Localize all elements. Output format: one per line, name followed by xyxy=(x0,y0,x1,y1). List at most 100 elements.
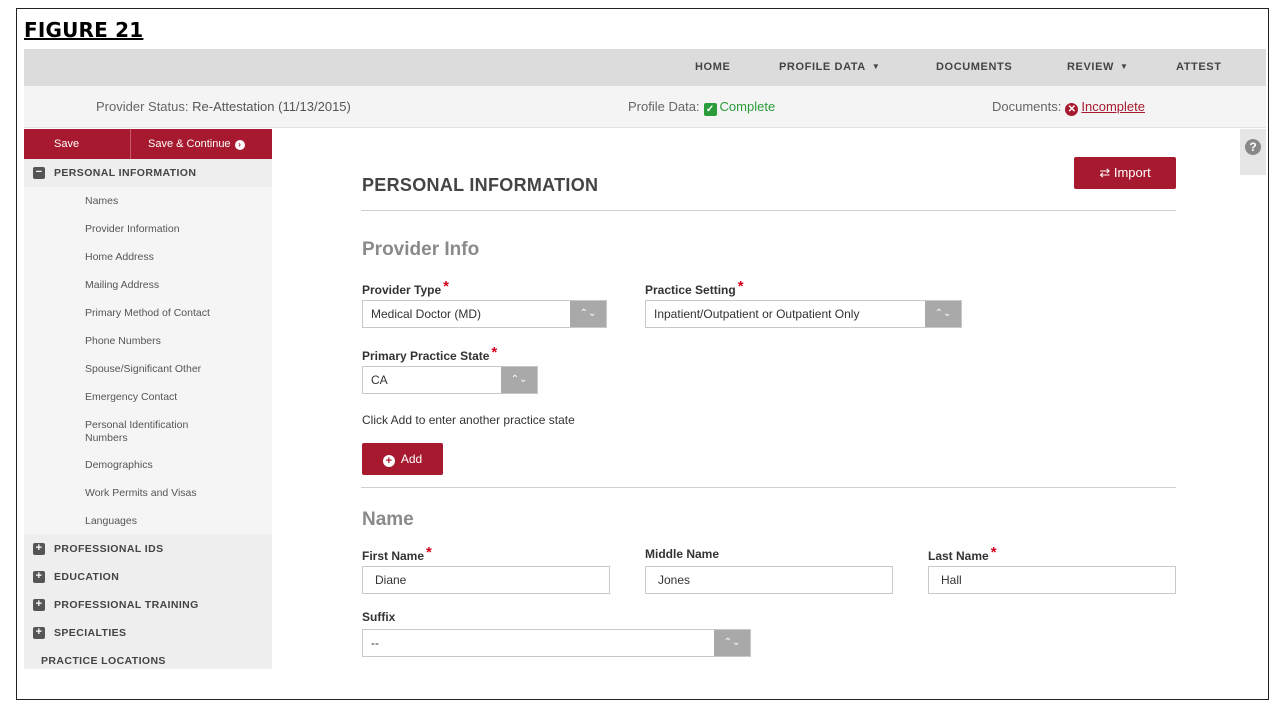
import-button[interactable]: ⇄ Import xyxy=(1074,157,1176,189)
required-asterisk: * xyxy=(491,344,498,361)
last-name-label: Last Name * xyxy=(928,544,997,564)
practice-setting-label: Practice Setting * xyxy=(645,278,744,298)
provider-type-label-text: Provider Type xyxy=(362,283,442,297)
sidebar-section-professional-training[interactable]: + PROFESSIONAL TRAINING xyxy=(24,591,272,619)
last-name-label-text: Last Name xyxy=(928,549,989,563)
suffix-label-text: Suffix xyxy=(362,610,396,624)
add-button-label: Add xyxy=(400,452,423,466)
suffix-label: Suffix xyxy=(362,610,395,624)
import-button-label: Import xyxy=(1113,165,1151,180)
last-name-field[interactable]: Hall xyxy=(928,566,1176,594)
sidebar-item-primary-method-of-contact[interactable]: Primary Method of Contact xyxy=(85,307,265,320)
save-button[interactable]: Save xyxy=(54,129,79,159)
nav-attest[interactable]: ATTEST xyxy=(1176,49,1222,86)
sidebar-item-emergency-contact[interactable]: Emergency Contact xyxy=(85,391,265,404)
caret-down-icon: ▼ xyxy=(871,62,881,71)
middle-name-field[interactable]: Jones xyxy=(645,566,893,594)
primary-practice-state-label-text: Primary Practice State xyxy=(362,349,490,363)
nav-home[interactable]: HOME xyxy=(695,49,730,86)
sidebar-actions: Save Save & Continue › xyxy=(24,129,272,159)
figure-caption: FIGURE 21 xyxy=(24,18,144,42)
sidebar-section-professional-ids[interactable]: + PROFESSIONAL IDS xyxy=(24,535,272,563)
provider-type-value: Medical Doctor (MD) xyxy=(371,307,482,321)
sidebar-section-practice-locations[interactable]: PRACTICE LOCATIONS xyxy=(24,647,272,669)
swap-arrows-icon: ⇄ xyxy=(1099,165,1111,180)
required-asterisk: * xyxy=(990,544,997,561)
sidebar-section-label: EDUCATION xyxy=(54,571,120,583)
nav-documents-label: DOCUMENTS xyxy=(936,61,1013,73)
practice-setting-label-text: Practice Setting xyxy=(645,283,736,297)
required-asterisk: * xyxy=(426,544,432,561)
arrow-right-circle-icon: › xyxy=(234,140,245,150)
select-arrows-icon: ⌃⌄ xyxy=(570,301,606,327)
sidebar-item-mailing-address[interactable]: Mailing Address xyxy=(85,279,265,292)
sidebar-section-label: PERSONAL INFORMATION xyxy=(54,167,197,179)
sidebar-item-work-permits-and-visas[interactable]: Work Permits and Visas xyxy=(85,487,265,500)
nav-profile-data[interactable]: PROFILE DATA ▼ xyxy=(779,49,880,86)
first-name-value: Diane xyxy=(375,573,407,587)
documents-status: Documents: ✕ Incomplete xyxy=(992,86,1145,128)
practice-setting-value: Inpatient/Outpatient or Outpatient Only xyxy=(654,307,860,321)
sidebar-actions-divider xyxy=(130,129,131,159)
profile-data-status-label: Profile Data: xyxy=(628,99,700,114)
nav-documents[interactable]: DOCUMENTS xyxy=(936,49,1012,86)
suffix-select[interactable]: -- ⌃⌄ xyxy=(362,629,751,657)
middle-name-label: Middle Name xyxy=(645,547,719,561)
caret-down-icon: ▼ xyxy=(1120,62,1129,71)
nav-review[interactable]: REVIEW ▼ xyxy=(1067,49,1129,86)
sidebar-item-languages[interactable]: Languages xyxy=(85,515,265,528)
sidebar-item-names[interactable]: Names xyxy=(85,195,265,208)
nav-attest-label: ATTEST xyxy=(1176,61,1222,73)
save-continue-button[interactable]: Save & Continue › xyxy=(148,129,245,159)
main-content: ? PERSONAL INFORMATION ⇄ Import Provider… xyxy=(272,129,1266,669)
section-divider xyxy=(361,210,1176,211)
provider-info-heading: Provider Info xyxy=(362,239,480,260)
provider-type-select[interactable]: Medical Doctor (MD) ⌃⌄ xyxy=(362,300,607,328)
documents-status-label: Documents: xyxy=(992,99,1062,114)
provider-status-label: Provider Status: xyxy=(96,99,189,114)
sidebar-item-provider-information[interactable]: Provider Information xyxy=(85,223,265,236)
sidebar-section-personal-information[interactable]: − PERSONAL INFORMATION xyxy=(24,159,272,187)
select-arrows-icon: ⌃⌄ xyxy=(501,367,537,393)
primary-practice-state-value: CA xyxy=(371,373,388,387)
sidebar-subitems xyxy=(24,187,272,534)
add-practice-state-button[interactable]: + Add xyxy=(362,443,443,475)
save-continue-label: Save & Continue xyxy=(148,138,231,150)
suffix-value: -- xyxy=(371,636,379,650)
practice-setting-select[interactable]: Inpatient/Outpatient or Outpatient Only … xyxy=(645,300,962,328)
required-asterisk: * xyxy=(443,278,449,295)
required-asterisk: * xyxy=(737,278,744,295)
primary-practice-state-select[interactable]: CA ⌃⌄ xyxy=(362,366,538,394)
error-circle-icon: ✕ xyxy=(1065,103,1079,116)
check-icon: ✓ xyxy=(703,103,717,116)
documents-incomplete-link[interactable]: Incomplete xyxy=(1081,99,1145,114)
provider-status-value: Re-Attestation (11/13/2015) xyxy=(192,99,351,114)
collapse-icon: − xyxy=(33,167,45,179)
first-name-label: First Name * xyxy=(362,544,432,564)
expand-icon: + xyxy=(33,543,45,555)
sidebar-section-label: PROFESSIONAL IDS xyxy=(54,543,164,555)
sidebar-item-phone-numbers[interactable]: Phone Numbers xyxy=(85,335,265,348)
last-name-value: Hall xyxy=(941,573,962,587)
nav-profile-data-label: PROFILE DATA xyxy=(779,61,866,73)
app-window: HOME PROFILE DATA ▼ DOCUMENTS REVIEW ▼ ATT… xyxy=(24,49,1266,669)
first-name-field[interactable]: Diane xyxy=(362,566,610,594)
sidebar-item-spouse-significant-other[interactable]: Spouse/Significant Other xyxy=(85,363,265,376)
sidebar-section-education[interactable]: + EDUCATION xyxy=(24,563,272,591)
sidebar-item-demographics[interactable]: Demographics xyxy=(85,459,265,472)
middle-name-label-text: Middle Name xyxy=(645,547,720,561)
nav-review-label: REVIEW xyxy=(1067,61,1114,73)
sidebar-item-home-address[interactable]: Home Address xyxy=(85,251,265,264)
status-bar: Provider Status: Re-Attestation (11/13/2… xyxy=(24,86,1266,128)
save-button-label: Save xyxy=(54,138,80,150)
expand-icon: + xyxy=(33,627,45,639)
plus-circle-icon: + xyxy=(382,455,395,467)
sidebar-section-specialties[interactable]: + SPECIALTIES xyxy=(24,619,272,647)
sidebar-item-personal-identification-numbers[interactable]: Personal Identification Numbers xyxy=(85,419,225,445)
name-heading: Name xyxy=(362,509,414,530)
help-icon: ? xyxy=(1245,139,1261,155)
section-divider xyxy=(361,487,1176,488)
sidebar-section-label: PRACTICE LOCATIONS xyxy=(41,655,166,667)
expand-icon: + xyxy=(33,599,45,611)
help-tab[interactable]: ? xyxy=(1240,129,1266,175)
